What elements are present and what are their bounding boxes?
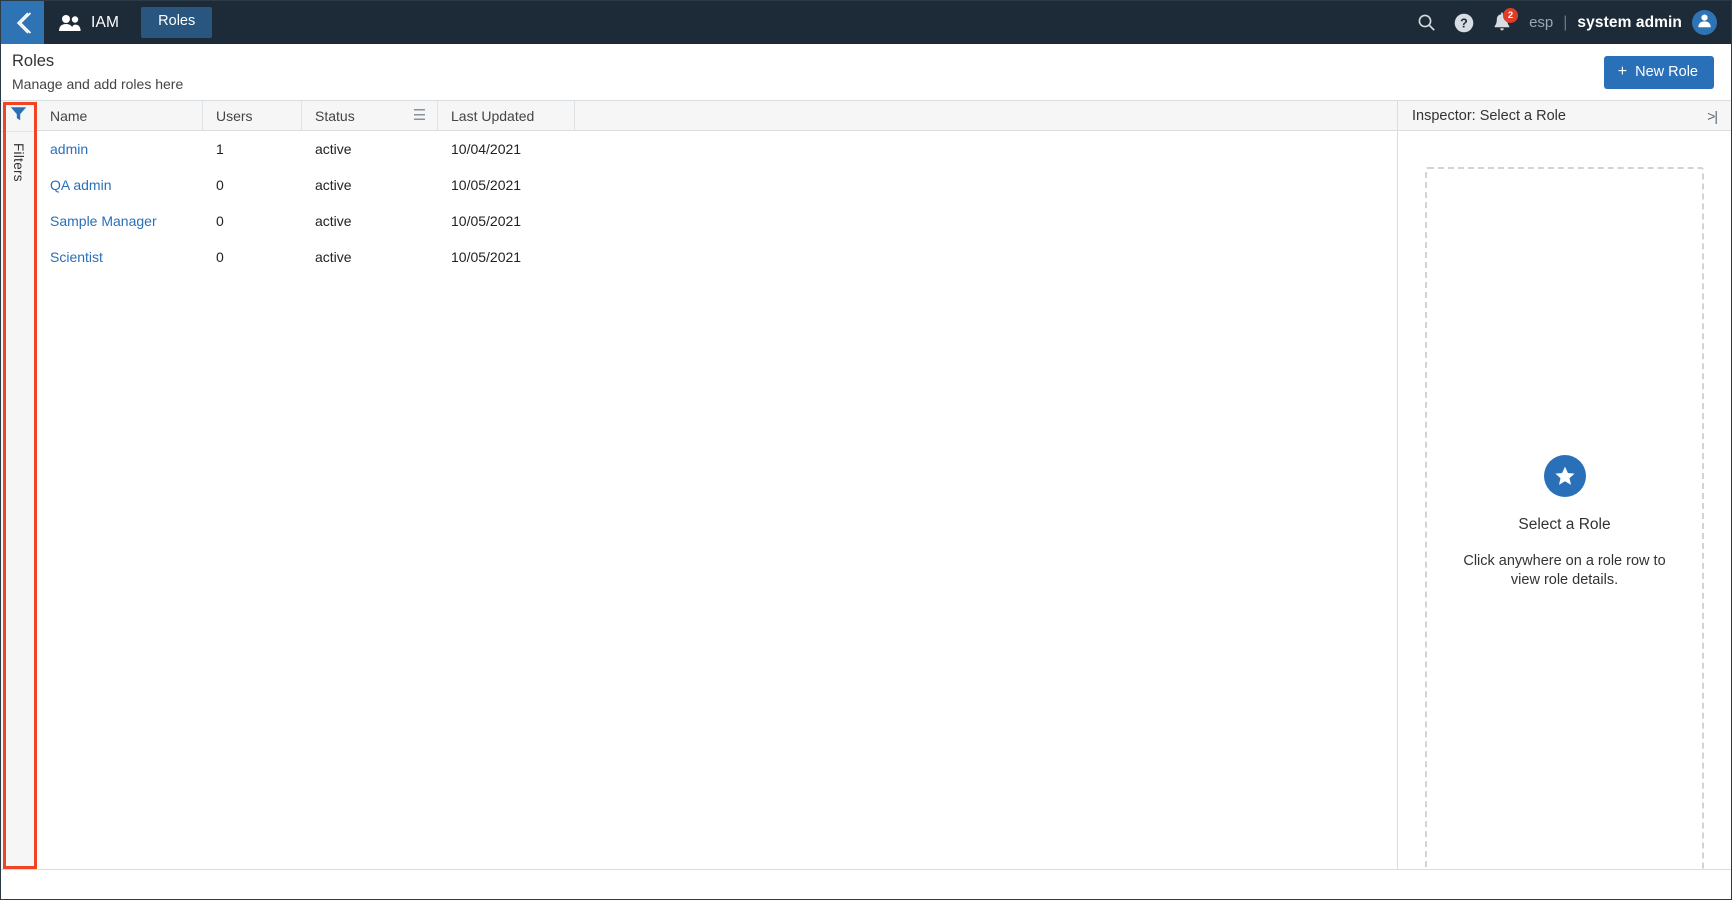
page-title: Roles bbox=[12, 52, 55, 70]
footer-strip bbox=[1, 869, 1731, 899]
cell-name: admin bbox=[37, 141, 203, 157]
cell-users: 0 bbox=[216, 249, 224, 265]
filter-toggle-button[interactable] bbox=[1, 101, 36, 132]
cell-name: Scientist bbox=[37, 249, 203, 265]
table-header-row: Name Users Status ☰ Last Updated bbox=[37, 101, 1397, 131]
cell-last-updated: 10/04/2021 bbox=[451, 141, 522, 157]
column-header-last-updated[interactable]: Last Updated bbox=[438, 101, 575, 130]
filter-funnel-icon bbox=[10, 106, 27, 126]
people-icon bbox=[58, 14, 82, 32]
help-circle-icon: ? bbox=[1453, 12, 1475, 34]
collapse-right-icon[interactable]: >| bbox=[1707, 108, 1718, 124]
tab-roles[interactable]: Roles bbox=[141, 7, 213, 38]
user-name-label[interactable]: system admin bbox=[1577, 14, 1682, 32]
cell-users: 0 bbox=[216, 213, 224, 229]
new-role-button-label: New Role bbox=[1635, 64, 1698, 80]
inspector-empty-title: Select a Role bbox=[1518, 515, 1611, 533]
avatar[interactable] bbox=[1692, 10, 1717, 35]
app-identity: IAM bbox=[58, 14, 119, 32]
nav-divider: | bbox=[1563, 13, 1568, 31]
inspector-header: Inspector: Select a Role >| bbox=[1398, 101, 1731, 131]
search-icon bbox=[1417, 13, 1436, 32]
page-header: Roles Manage and add roles here + New Ro… bbox=[1, 44, 1731, 101]
inspector-panel: Inspector: Select a Role >| Select a Rol… bbox=[1398, 101, 1731, 899]
cell-name: QA admin bbox=[37, 177, 203, 193]
table-row[interactable]: admin 1 active 10/04/2021 bbox=[37, 131, 1397, 167]
column-header-name[interactable]: Name bbox=[37, 101, 203, 130]
page-subtitle: Manage and add roles here bbox=[12, 76, 184, 92]
filters-label: Filters bbox=[11, 143, 26, 182]
inspector-body: Select a Role Click anywhere on a role r… bbox=[1398, 131, 1731, 899]
filters-panel[interactable]: Filters bbox=[1, 101, 37, 869]
table-body: admin 1 active 10/04/2021 QA admin 0 act… bbox=[37, 131, 1397, 275]
new-role-button[interactable]: + New Role bbox=[1603, 56, 1714, 89]
cell-last-updated: 10/05/2021 bbox=[451, 213, 522, 229]
cell-name: Sample Manager bbox=[37, 213, 203, 229]
cell-last-updated: 10/05/2021 bbox=[451, 249, 522, 265]
column-header-filler bbox=[575, 101, 1397, 130]
inspector-empty-text: Click anywhere on a role row to view rol… bbox=[1463, 552, 1666, 588]
notifications-button[interactable]: 2 bbox=[1483, 1, 1521, 44]
plus-icon: + bbox=[1617, 63, 1628, 80]
star-icon bbox=[1543, 454, 1586, 497]
column-options-button[interactable]: ☰ bbox=[402, 101, 438, 130]
cell-last-updated: 10/05/2021 bbox=[451, 177, 522, 193]
role-link[interactable]: QA admin bbox=[50, 177, 111, 193]
top-navigation-bar: IAM Roles ? 2 esp | system admin bbox=[1, 1, 1731, 44]
role-link[interactable]: Scientist bbox=[50, 249, 103, 265]
role-link[interactable]: Sample Manager bbox=[50, 213, 157, 229]
hamburger-menu-icon: ☰ bbox=[412, 107, 427, 124]
cell-users: 0 bbox=[216, 177, 224, 193]
nav-actions: ? 2 esp | system admin bbox=[1407, 1, 1717, 44]
notification-badge: 2 bbox=[1503, 8, 1519, 23]
user-avatar-icon bbox=[1696, 12, 1713, 34]
app-name-label: IAM bbox=[91, 13, 120, 31]
table-row[interactable]: Scientist 0 active 10/05/2021 bbox=[37, 239, 1397, 275]
back-button[interactable] bbox=[1, 1, 44, 44]
content-area: Filters Name Users Status ☰ Last Updated… bbox=[1, 101, 1731, 899]
inspector-empty-state: Select a Role Click anywhere on a role r… bbox=[1425, 167, 1704, 878]
svg-text:?: ? bbox=[1460, 16, 1468, 30]
language-selector[interactable]: esp bbox=[1529, 14, 1553, 31]
column-header-users[interactable]: Users bbox=[203, 101, 302, 130]
cell-status: active bbox=[315, 213, 352, 229]
inspector-title: Inspector: Select a Role bbox=[1412, 107, 1566, 124]
role-link[interactable]: admin bbox=[50, 141, 88, 157]
column-header-status[interactable]: Status bbox=[302, 101, 402, 130]
cell-status: active bbox=[315, 177, 352, 193]
table-row[interactable]: Sample Manager 0 active 10/05/2021 bbox=[37, 203, 1397, 239]
table-row[interactable]: QA admin 0 active 10/05/2021 bbox=[37, 167, 1397, 203]
cell-status: active bbox=[315, 249, 352, 265]
cell-status: active bbox=[315, 141, 352, 157]
cell-users: 1 bbox=[216, 141, 224, 157]
chevron-left-icon bbox=[10, 10, 36, 36]
application-window: IAM Roles ? 2 esp | system admin Roles M… bbox=[0, 0, 1732, 900]
search-button[interactable] bbox=[1407, 1, 1445, 44]
roles-table: Name Users Status ☰ Last Updated admin 1… bbox=[37, 101, 1398, 899]
help-button[interactable]: ? bbox=[1445, 1, 1483, 44]
